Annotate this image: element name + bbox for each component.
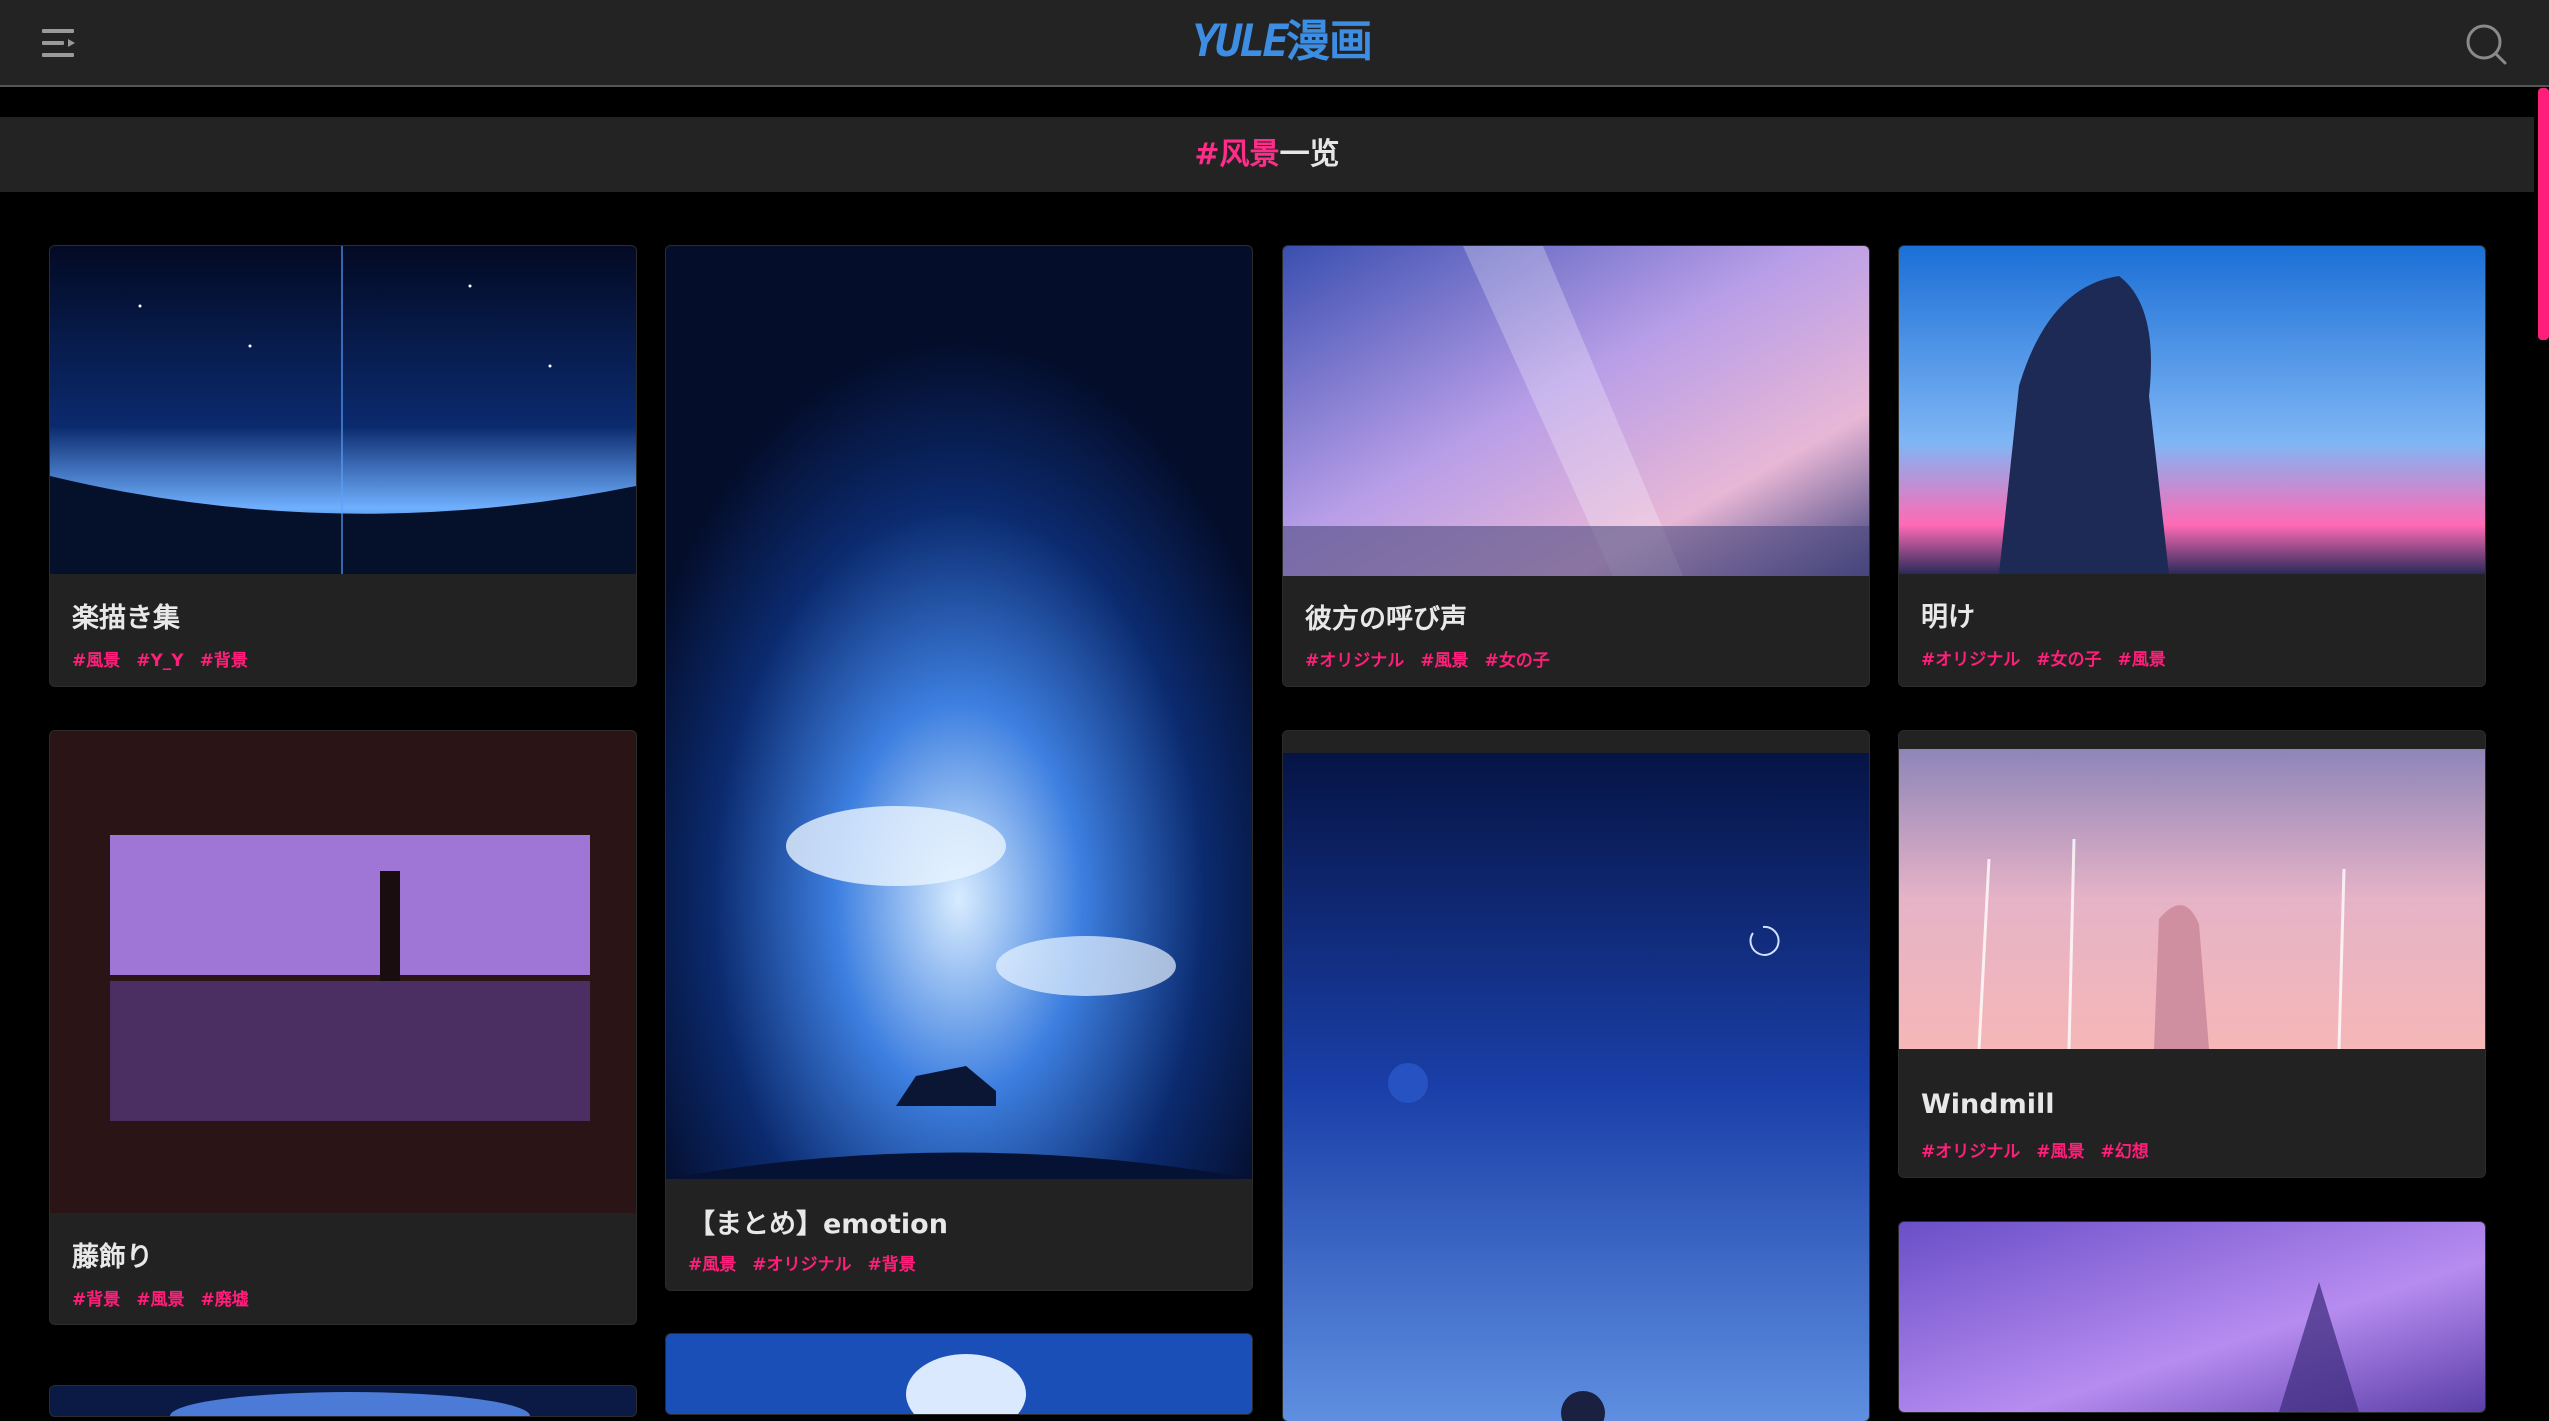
tag-link[interactable]: #風景 — [2118, 650, 2166, 670]
page-title-tag: #风景 — [1194, 137, 1280, 172]
tag-link[interactable]: #廃墟 — [201, 1290, 249, 1310]
scrollbar-thumb[interactable] — [2538, 88, 2549, 340]
card-thumbnail — [1899, 246, 2485, 574]
card[interactable]: 藤飾り #背景 #風景 #廃墟 — [50, 731, 636, 1324]
tag-link[interactable]: #オリジナル — [1305, 651, 1404, 671]
card-title[interactable]: 明け — [1921, 595, 1975, 634]
card[interactable]: 楽描き集 #風景 #Y_Y #背景 — [50, 246, 636, 686]
tag-link[interactable]: #女の子 — [2036, 650, 2101, 670]
card-tags: #オリジナル #風景 #幻想 — [1921, 1137, 2165, 1162]
card-thumbnail — [666, 1334, 1252, 1414]
card[interactable]: 【まとめ】emotion #風景 #オリジナル #背景 — [666, 246, 1252, 1290]
card-tags: #背景 #風景 #廃墟 — [72, 1285, 265, 1310]
card[interactable] — [666, 1334, 1252, 1414]
tag-link[interactable]: #オリジナル — [752, 1255, 851, 1275]
card-thumbnail — [1899, 1222, 2485, 1412]
card-thumbnail — [1283, 246, 1869, 576]
card-thumbnail — [50, 246, 636, 574]
card-tags: #風景 #オリジナル #背景 — [688, 1250, 932, 1275]
tag-link[interactable]: #オリジナル — [1921, 1142, 2020, 1162]
tag-link[interactable]: #風景 — [1420, 651, 1468, 671]
tag-link[interactable]: #Y_Y — [136, 651, 183, 671]
tag-link[interactable]: #オリジナル — [1921, 650, 2020, 670]
card-thumbnail — [50, 731, 636, 1213]
card-title[interactable]: Windmill — [1921, 1089, 2054, 1120]
card-title[interactable]: 藤飾り — [72, 1235, 153, 1274]
card-thumbnail — [666, 246, 1252, 1179]
card[interactable]: 彼方の呼び声 #オリジナル #風景 #女の子 — [1283, 246, 1869, 686]
tag-link[interactable]: #幻想 — [2101, 1142, 2149, 1162]
page-title-suffix: 一览 — [1279, 137, 1340, 172]
card-title[interactable]: 【まとめ】emotion — [688, 1202, 948, 1241]
scrollbar[interactable] — [2538, 88, 2549, 1406]
card-tags: #オリジナル #女の子 #風景 — [1921, 645, 2182, 670]
card-title[interactable]: 彼方の呼び声 — [1305, 597, 1467, 636]
card[interactable] — [1283, 731, 1869, 1421]
search-icon[interactable] — [2464, 22, 2508, 66]
tag-link[interactable]: #背景 — [200, 651, 248, 671]
logo-cjk: 漫画 — [1285, 16, 1373, 67]
site-logo[interactable]: YULE漫画 — [1192, 14, 1373, 70]
tag-link[interactable]: #女の子 — [1485, 651, 1550, 671]
logo-latin: YULE — [1192, 16, 1289, 67]
menu-icon[interactable] — [40, 26, 80, 60]
card[interactable] — [50, 1386, 636, 1416]
card-thumbnail — [50, 1386, 636, 1416]
card-thumbnail — [1899, 749, 2485, 1049]
tag-link[interactable]: #風景 — [2036, 1142, 2084, 1162]
tag-link[interactable]: #風景 — [72, 651, 120, 671]
tag-link[interactable]: #背景 — [72, 1290, 120, 1310]
card[interactable]: 明け #オリジナル #女の子 #風景 — [1899, 246, 2485, 686]
tag-link[interactable]: #風景 — [688, 1255, 736, 1275]
card[interactable]: Windmill #オリジナル #風景 #幻想 — [1899, 731, 2485, 1177]
page-title: #风景一览 — [0, 117, 2534, 192]
card-thumbnail — [1283, 753, 1869, 1421]
tag-link[interactable]: #背景 — [868, 1255, 916, 1275]
card-title[interactable]: 楽描き集 — [72, 596, 180, 635]
card-tags: #風景 #Y_Y #背景 — [72, 646, 264, 671]
card-tags: #オリジナル #風景 #女の子 — [1305, 646, 1566, 671]
card[interactable] — [1899, 1222, 2485, 1412]
top-bar: YULE漫画 — [0, 0, 2549, 87]
tag-link[interactable]: #風景 — [136, 1290, 184, 1310]
